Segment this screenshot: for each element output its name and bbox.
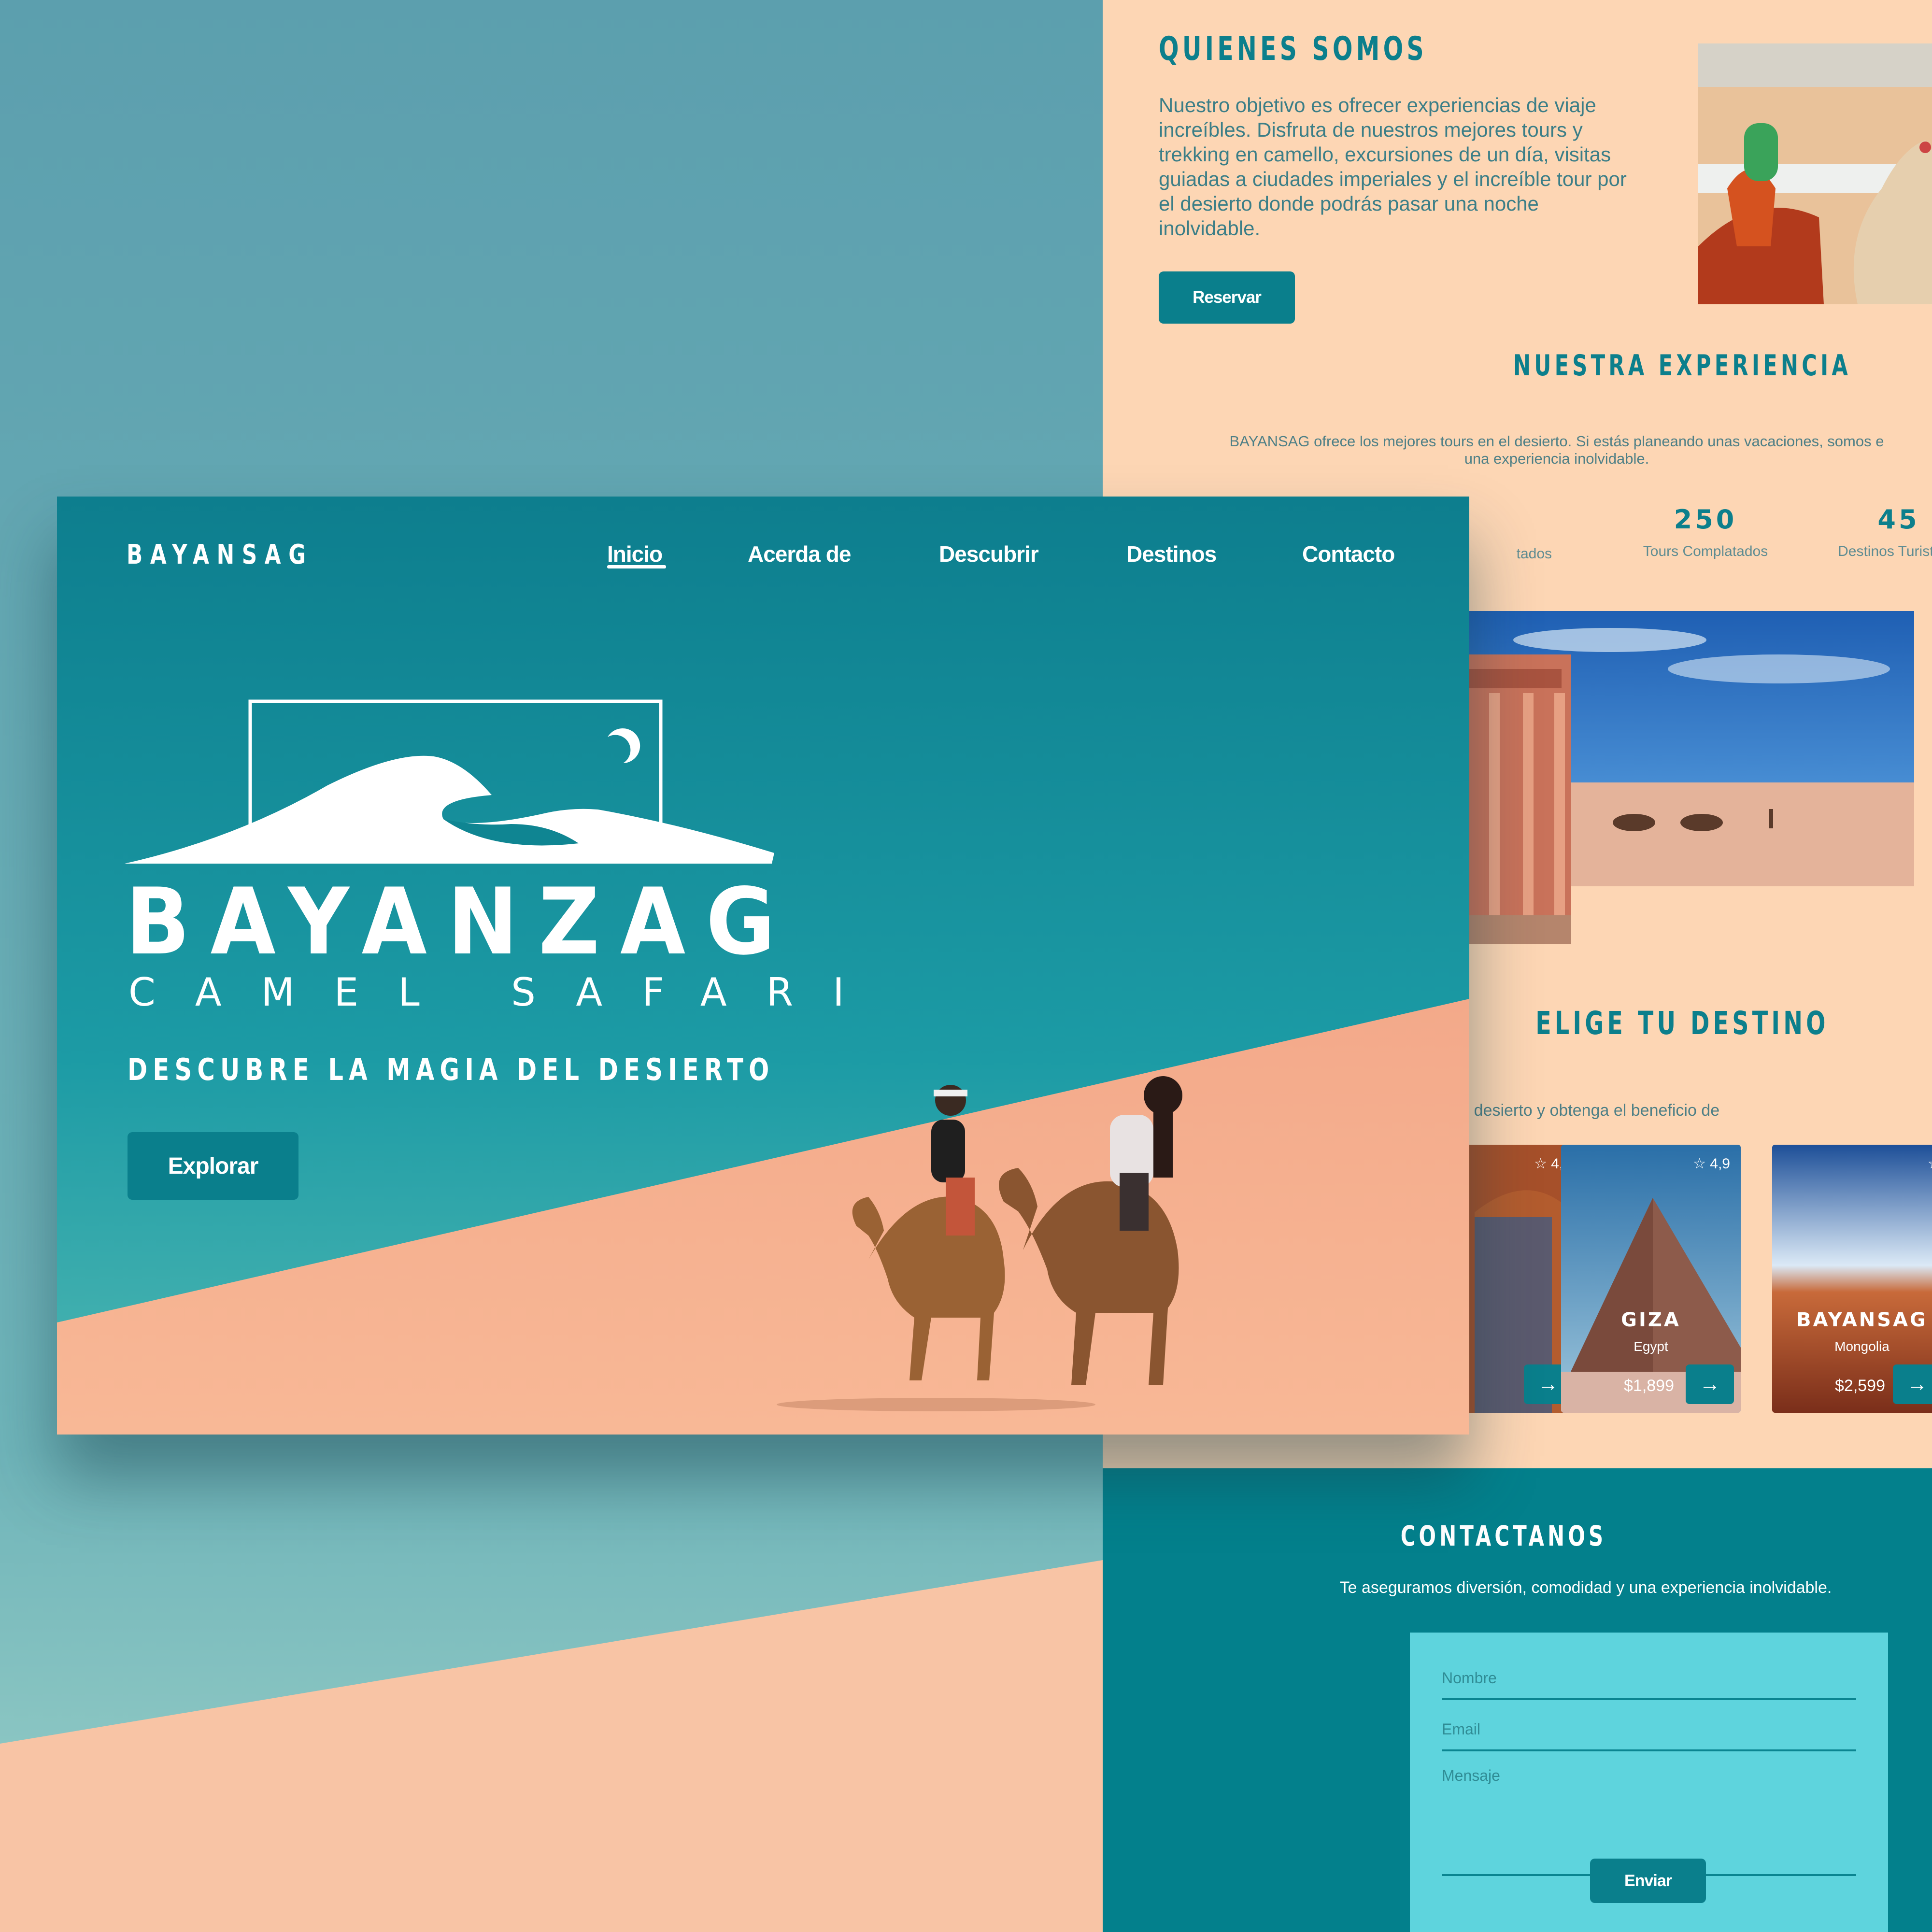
about-title: QUIENES SOMOS xyxy=(1159,30,1427,68)
logo-name: BAYANZAG xyxy=(126,868,796,975)
email-field[interactable] xyxy=(1442,1715,1856,1751)
card-country: Mongolia xyxy=(1834,1339,1889,1354)
about-photo-camel-rider xyxy=(1698,43,1932,304)
nav-inicio[interactable]: Inicio xyxy=(607,541,663,567)
stat-tours: 250 Tours Complatados xyxy=(1623,504,1788,560)
nav-destinos[interactable]: Destinos xyxy=(1126,541,1217,567)
send-button[interactable]: Enviar xyxy=(1590,1859,1706,1903)
card-arrow-button[interactable]: → xyxy=(1686,1364,1734,1404)
dune-moon-logo-icon xyxy=(125,699,774,864)
contact-section: CONTACTANOS Te aseguramos diversión, com… xyxy=(1103,1468,1932,1932)
nav-acerda-de[interactable]: Acerda de xyxy=(748,541,851,567)
nav-descubrir[interactable]: Descubrir xyxy=(939,541,1039,567)
card-rating: ☆ 4, xyxy=(1928,1155,1932,1172)
brand-logo-text[interactable]: BAYANSAG xyxy=(127,539,313,570)
logo-subtitle: CAMEL SAFARI xyxy=(128,970,884,1015)
about-text: Nuestro objetivo es ofrecer experiencias… xyxy=(1159,94,1627,240)
stat-label: Destinos Turisticos xyxy=(1838,543,1932,559)
card-name: BAYANSAG xyxy=(1796,1309,1928,1331)
stat-number: 250 xyxy=(1674,504,1737,535)
experience-text-line2: una experiencia inolvidable. xyxy=(1464,450,1649,467)
card-name: GIZA xyxy=(1621,1309,1681,1331)
card-rating: ☆ 4,9 xyxy=(1693,1156,1730,1172)
destinations-title: ELIGE TU DESTINO xyxy=(1535,1005,1829,1042)
card-price: $1,899 xyxy=(1624,1377,1674,1395)
nav-contacto[interactable]: Contacto xyxy=(1302,541,1395,567)
stat-destinations: 45 Destinos Turisticos xyxy=(1817,504,1932,560)
card-price: $2,599 xyxy=(1835,1377,1885,1395)
contact-text: Te aseguramos diversión, comodidad y una… xyxy=(1339,1578,1832,1597)
experience-title: NUESTRA EXPERIENCIA xyxy=(1513,349,1852,383)
experience-text: BAYANSAG ofrece los mejores tours en el … xyxy=(1122,433,1932,468)
stat-label: Tours Complatados xyxy=(1643,543,1768,559)
hero-section: BAYANSAG Inicio Acerda de Descubrir Dest… xyxy=(57,497,1469,1435)
stat-number: 45 xyxy=(1877,504,1920,535)
contact-title: CONTACTANOS xyxy=(1400,1520,1607,1552)
explore-button[interactable]: Explorar xyxy=(128,1132,298,1200)
top-nav: BAYANSAG Inicio Acerda de Descubrir Dest… xyxy=(57,497,1469,593)
card-country: Egypt xyxy=(1634,1339,1668,1354)
hero-tagline: DESCUBRE LA MAGIA DEL DESIERTO xyxy=(128,1052,775,1087)
reserve-button[interactable]: Reservar xyxy=(1159,271,1295,324)
experience-text-line1: BAYANSAG ofrece los mejores tours en el … xyxy=(1229,433,1884,450)
destination-card-giza[interactable]: ☆ 4,9 GIZA Egypt $1,899 → xyxy=(1561,1145,1741,1413)
card-arrow-button[interactable]: → xyxy=(1893,1364,1932,1404)
nav-active-underline xyxy=(607,565,666,568)
name-field[interactable] xyxy=(1442,1663,1856,1700)
destination-card-bayansag[interactable]: ☆ 4, BAYANSAG Mongolia $2,599 → xyxy=(1772,1145,1932,1413)
